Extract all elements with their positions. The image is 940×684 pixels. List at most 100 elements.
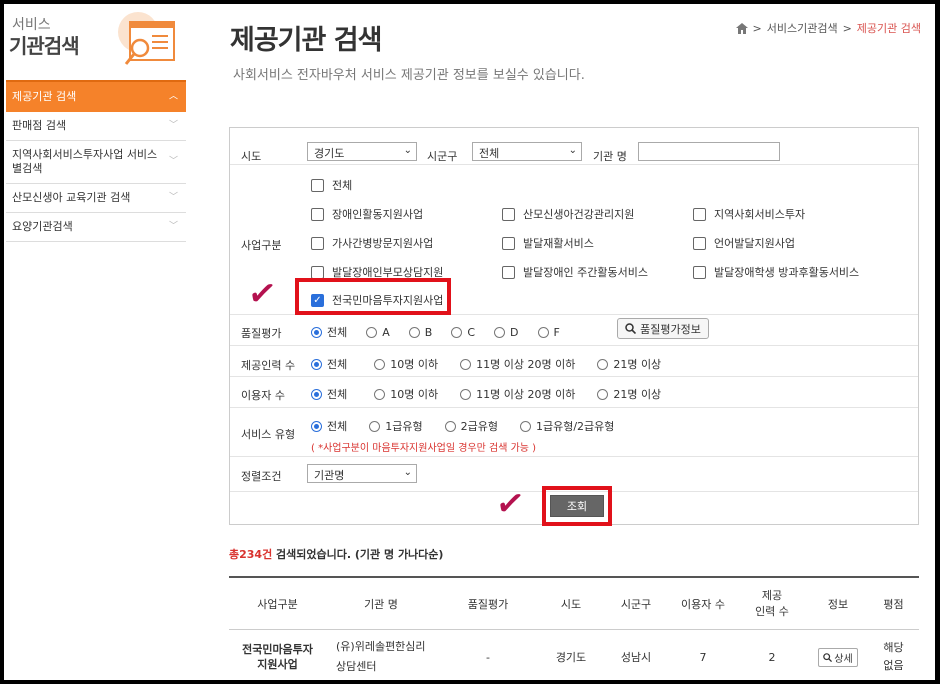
chevron-down-icon: ﹀ — [168, 221, 178, 232]
service-type-radio-grade1-2[interactable]: 1급유형/2급유형 — [519, 418, 614, 434]
service-type-label: 서비스 유형 — [241, 428, 296, 441]
cell-quality: - — [486, 650, 490, 664]
users-radio-under-10[interactable]: 10명 이하 — [374, 386, 438, 402]
staff-radio-group: 전체 10명 이하 11명 이상 20명 이하 21명 이상 — [311, 356, 661, 372]
biz-checkbox-after-school[interactable]: 발달장애학생 방과후활동서비스 — [693, 264, 859, 280]
chevron-down-icon: ﹀ — [168, 156, 178, 167]
checkmark-annotation-icon: ✓ — [245, 272, 280, 316]
business-category-label: 사업구분 — [241, 239, 282, 252]
biz-checkbox-day-activity[interactable]: 발달장애인 주간활동서비스 — [502, 264, 648, 280]
sort-select[interactable]: 기관명 ⌄ — [307, 464, 417, 483]
users-radio-group: 전체 10명 이하 11명 이상 20명 이하 21명 이상 — [311, 386, 661, 402]
sidebar-header: 서비스 기관검색 — [4, 4, 182, 80]
column-header: 시군구 — [620, 597, 652, 611]
org-name-input[interactable] — [638, 142, 780, 161]
result-suffix: 검색되었습니다. (기관 명 가나다순) — [276, 548, 444, 561]
search-button[interactable]: 조회 — [550, 495, 604, 517]
sido-label: 시도 — [241, 150, 262, 163]
cell-sigungu: 성남시 — [620, 651, 652, 664]
column-header: 품질평가 — [467, 597, 509, 611]
column-header: 이용자 수 — [681, 597, 725, 611]
quality-radio-c[interactable]: C — [451, 326, 475, 339]
sidebar-item-care-institution[interactable]: 요양기관검색 ﹀ — [6, 213, 186, 242]
highlight-box — [295, 278, 451, 315]
sido-select[interactable]: 경기도 ⌄ — [307, 142, 417, 161]
biz-checkbox-disability-activity[interactable]: 장애인활동지원사업 — [311, 206, 423, 222]
home-icon[interactable] — [735, 22, 748, 34]
users-radio-11-20[interactable]: 11명 이상 20명 이하 — [460, 386, 575, 402]
sidebar-item-community-service[interactable]: 지역사회서비스투자사업 서비스별검색 ﹀ — [6, 141, 186, 184]
biz-checkbox-all[interactable]: 전체 — [311, 177, 352, 193]
users-radio-over-21[interactable]: 21명 이상 — [597, 386, 661, 402]
chevron-right-icon: > — [752, 21, 762, 35]
sidebar-header-title: 기관검색 — [9, 34, 80, 58]
staff-radio-under-10[interactable]: 10명 이하 — [374, 356, 438, 372]
cell-business: 전국민마음투자지원사업 — [242, 643, 313, 671]
biz-checkbox-developmental-rehab[interactable]: 발달재활서비스 — [502, 235, 594, 251]
table-header: 사업구분 기관 명 품질평가 시도 시군구 이용자 수 제공 인력 수 정보 평… — [229, 578, 919, 630]
service-type-radio-grade2[interactable]: 2급유형 — [444, 418, 498, 434]
table-row: 전국민마음투자지원사업 (유)위레솔편한심리상담센터 - 경기도 성남시 7 2… — [229, 630, 919, 680]
staff-radio-11-20[interactable]: 11명 이상 20명 이하 — [460, 356, 575, 372]
sidebar-item-label: 제공기관 검색 — [12, 90, 77, 103]
service-type-row: 서비스 유형 전체 1급유형 2급유형 1급유형/2급유형 ( *사업구분이 마… — [230, 408, 918, 457]
chevron-down-icon: ﹀ — [168, 120, 178, 131]
staff-radio-all[interactable]: 전체 — [311, 356, 347, 372]
column-header: 기관 명 — [364, 597, 398, 611]
service-type-note: ( *사업구분이 마음투자지원사업일 경우만 검색 가능 ) — [311, 443, 537, 454]
page: 서비스 기관검색 제공기관 검색 ︿ 판매점 검색 ﹀ 지역사회서비스투자사업 … — [4, 4, 935, 680]
column-header: 평점 — [883, 597, 904, 611]
cell-users: 7 — [699, 650, 707, 664]
breadcrumb-item[interactable]: 서비스기관검색 — [767, 20, 838, 36]
service-type-radio-all[interactable]: 전체 — [311, 418, 347, 434]
search-icon — [625, 323, 637, 334]
results-table: 사업구분 기관 명 품질평가 시도 시군구 이용자 수 제공 인력 수 정보 평… — [229, 576, 919, 680]
chevron-down-icon: ﹀ — [168, 192, 178, 203]
quality-radio-d[interactable]: D — [494, 326, 519, 339]
quality-radio-f[interactable]: F — [537, 326, 560, 339]
detail-button[interactable]: 상세 — [818, 647, 858, 667]
sidebar-item-maternal-education[interactable]: 산모신생아 교육기관 검색 ﹀ — [6, 184, 186, 213]
checkmark-annotation-icon: ✓ — [493, 482, 528, 526]
users-row: 이용자 수 전체 10명 이하 11명 이상 20명 이하 21명 이상 — [230, 377, 918, 408]
quality-radio-a[interactable]: A — [366, 326, 390, 339]
column-header: 시도 — [560, 597, 582, 611]
quality-radio-b[interactable]: B — [408, 326, 432, 339]
sort-label: 정렬조건 — [241, 470, 282, 483]
biz-checkbox-language-development[interactable]: 언어발달지원사업 — [693, 235, 795, 251]
quality-radio-all[interactable]: 전체 — [311, 324, 347, 340]
chevron-down-icon: ⌄ — [403, 145, 412, 156]
search-icon — [823, 652, 833, 662]
cell-rating: 해당 없음 — [883, 641, 904, 672]
cell-org-name[interactable]: (유)위레솔편한심리상담센터 — [326, 637, 436, 677]
chevron-up-icon: ︿ — [168, 91, 178, 102]
cell-sido: 경기도 — [555, 651, 587, 664]
users-radio-all[interactable]: 전체 — [311, 386, 347, 402]
search-document-icon — [118, 12, 175, 65]
checkbox[interactable] — [311, 178, 324, 192]
quality-row: 품질평가 전체 A B C D F 품질평가정보 — [230, 315, 918, 346]
sidebar-item-label: 산모신생아 교육기관 검색 — [12, 191, 131, 204]
region-row: 시도 경기도 ⌄ 시군구 전체 ⌄ 기관 명 — [230, 128, 918, 165]
staff-radio-over-21[interactable]: 21명 이상 — [597, 356, 661, 372]
result-count: 총234건 — [229, 548, 273, 561]
result-summary: 총234건 검색되었습니다. (기관 명 가나다순) — [229, 546, 443, 562]
quality-radio-group: 전체 A B C D F — [311, 324, 560, 340]
service-type-radio-grade1[interactable]: 1급유형 — [369, 418, 423, 434]
biz-checkbox-community-service[interactable]: 지역사회서비스투자 — [693, 206, 805, 222]
staff-label: 제공인력 수 — [241, 359, 296, 372]
column-header: 제공 인력 수 — [755, 588, 789, 618]
page-title: 제공기관 검색 — [230, 25, 382, 56]
sigungu-label: 시군구 — [427, 150, 458, 163]
quality-info-button[interactable]: 품질평가정보 — [617, 318, 709, 339]
service-type-radio-group: 전체 1급유형 2급유형 1급유형/2급유형 — [311, 418, 614, 434]
sidebar-item-label: 지역사회서비스투자사업 서비스별검색 — [12, 148, 158, 175]
chevron-down-icon: ⌄ — [403, 467, 412, 478]
sidebar-item-store-search[interactable]: 판매점 검색 ﹀ — [6, 112, 186, 141]
breadcrumb-current: 제공기관 검색 — [856, 22, 921, 35]
page-subtitle: 사회서비스 전자바우처 서비스 제공기관 정보를 보실수 있습니다. — [233, 68, 585, 83]
biz-checkbox-home-care[interactable]: 가사간병방문지원사업 — [311, 235, 433, 251]
sidebar-item-provider-search[interactable]: 제공기관 검색 ︿ — [6, 80, 186, 112]
biz-checkbox-maternal-health[interactable]: 산모신생아건강관리지원 — [502, 206, 634, 222]
sigungu-select[interactable]: 전체 ⌄ — [472, 142, 582, 161]
